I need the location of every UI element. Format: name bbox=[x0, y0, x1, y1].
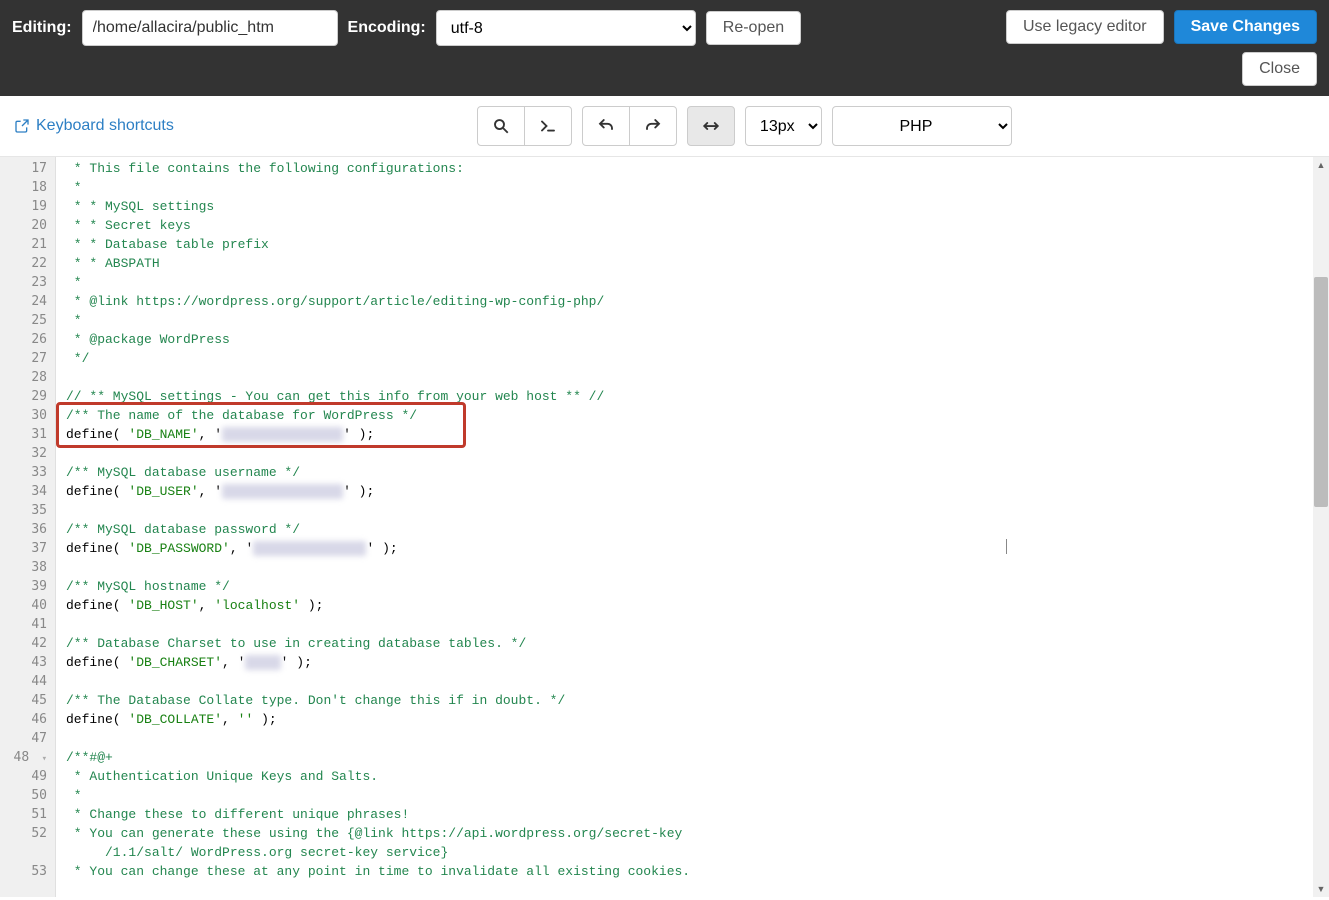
topbar-left: Editing: Encoding: utf-8 Re-open bbox=[12, 10, 801, 46]
editor: 17 18 19 20 21 22 23 24 25 26 27 28 29 3… bbox=[0, 157, 1329, 897]
keyboard-shortcuts-label: Keyboard shortcuts bbox=[36, 117, 174, 135]
redo-icon bbox=[644, 117, 662, 135]
undo-icon bbox=[597, 117, 615, 135]
reopen-button[interactable]: Re-open bbox=[706, 11, 801, 45]
code-area[interactable]: * This file contains the following confi… bbox=[56, 157, 1329, 897]
search-terminal-group bbox=[477, 106, 572, 146]
keyboard-shortcuts-link[interactable]: Keyboard shortcuts bbox=[14, 117, 174, 135]
save-changes-button[interactable]: Save Changes bbox=[1174, 10, 1317, 44]
search-icon bbox=[492, 117, 510, 135]
topbar: Editing: Encoding: utf-8 Re-open Use leg… bbox=[0, 0, 1329, 96]
redo-button[interactable] bbox=[629, 106, 677, 146]
terminal-button[interactable] bbox=[524, 106, 572, 146]
scrollbar-thumb[interactable] bbox=[1314, 277, 1328, 507]
external-link-icon bbox=[14, 118, 30, 134]
terminal-icon bbox=[539, 117, 557, 135]
toolbar-center: 13px PHP bbox=[477, 106, 1012, 146]
editor-toolbar: Keyboard shortcuts 13px PHP bbox=[0, 96, 1329, 157]
undo-redo-group bbox=[582, 106, 677, 146]
vertical-scrollbar[interactable]: ▲ ▼ bbox=[1313, 157, 1329, 897]
close-button[interactable]: Close bbox=[1242, 52, 1317, 86]
use-legacy-editor-button[interactable]: Use legacy editor bbox=[1006, 10, 1164, 44]
editing-label: Editing: bbox=[12, 19, 72, 37]
search-button[interactable] bbox=[477, 106, 525, 146]
undo-button[interactable] bbox=[582, 106, 630, 146]
wrap-toggle-button[interactable] bbox=[687, 106, 735, 146]
scroll-up-arrow[interactable]: ▲ bbox=[1313, 157, 1329, 173]
encoding-label: Encoding: bbox=[348, 19, 426, 37]
text-cursor bbox=[1006, 539, 1007, 554]
wrap-icon bbox=[702, 117, 720, 135]
language-select[interactable]: PHP bbox=[832, 106, 1012, 146]
scroll-down-arrow[interactable]: ▼ bbox=[1313, 881, 1329, 897]
line-number-gutter: 17 18 19 20 21 22 23 24 25 26 27 28 29 3… bbox=[0, 157, 56, 897]
editing-path-input[interactable] bbox=[82, 10, 338, 46]
topbar-right: Use legacy editor Save Changes Close bbox=[1006, 10, 1317, 86]
fontsize-select[interactable]: 13px bbox=[745, 106, 822, 146]
encoding-select[interactable]: utf-8 bbox=[436, 10, 696, 46]
